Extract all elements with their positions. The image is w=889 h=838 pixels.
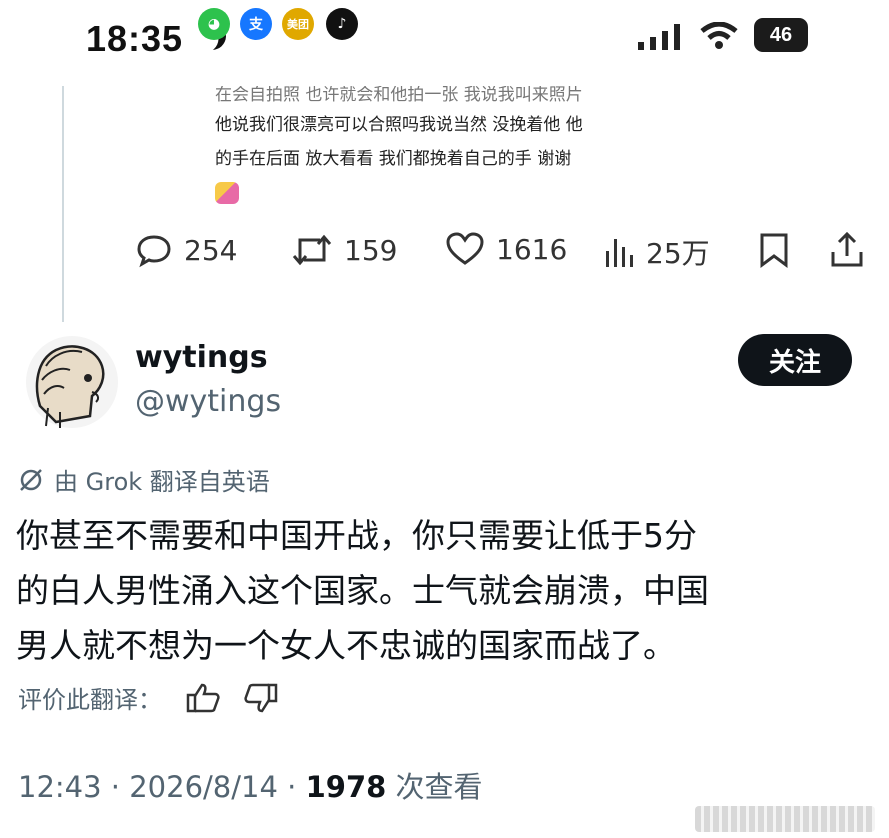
previous-tweet-line: 他说我们很漂亮可以合照吗我说当然 没挽着他 他 [215, 115, 583, 135]
meta-separator: · [101, 770, 130, 804]
thumbs-up-icon[interactable] [186, 682, 220, 714]
bookmark-button[interactable] [758, 232, 790, 268]
view-count: 1978 [305, 770, 387, 804]
share-icon [831, 232, 863, 267]
alipay-icon: 支 [240, 8, 272, 40]
wifi-icon [700, 22, 738, 49]
tweet-body-line: 你甚至不需要和中国开战，你只需要让低于5分 [16, 516, 697, 555]
reply-count: 254 [184, 233, 238, 267]
wechat-icon: ◕ [198, 8, 230, 40]
rate-translation: 评价此翻译： [18, 680, 278, 715]
like-button[interactable]: 1616 [446, 232, 567, 266]
views-button[interactable]: 25万 [604, 232, 710, 272]
emoji-icon [215, 182, 239, 204]
views-count: 25万 [646, 237, 710, 270]
tweet-body-line: 男人就不想为一个女人不忠诚的国家而战了。 [16, 626, 676, 665]
reply-icon [137, 235, 171, 268]
tiktok-icon: ♪ [326, 8, 358, 40]
tweet-body-line: 的白人男性涌入这个国家。士气就会崩溃，中国 [16, 571, 709, 610]
repost-count: 159 [344, 233, 398, 267]
cellular-signal-icon [638, 24, 684, 50]
rate-translation-label: 评价此翻译： [18, 686, 162, 714]
previous-tweet-line: 的手在后面 放大看看 我们都挽着自己的手 谢谢 [215, 149, 572, 169]
translation-source[interactable]: 由 Grok 翻译自英语 [18, 462, 270, 497]
status-bar: 18:35 ◕ 支 美团 ♪ 46 [0, 0, 889, 80]
tweet-actions: 254 159 1616 25万 [0, 224, 889, 280]
thread-connector [62, 86, 64, 322]
bookmark-icon [760, 233, 788, 268]
grok-icon [20, 468, 42, 491]
heart-icon [446, 232, 484, 265]
previous-tweet-text[interactable]: 在会自拍照 也许就会和他拍一张 我说我叫来照片 他说我们很漂亮可以合照吗我说当然… [215, 86, 655, 210]
tweet-meta: 12:43 · 2026/8/14 · 1978 次查看 [18, 764, 483, 806]
user-handle[interactable]: @wytings [135, 384, 281, 419]
battery-indicator: 46 [754, 18, 808, 52]
tweet-time[interactable]: 12:43 [18, 770, 102, 804]
meta-separator: · [277, 770, 306, 804]
previous-tweet-cut-line: 在会自拍照 也许就会和他拍一张 我说我叫来照片 [215, 86, 583, 104]
watermark [695, 806, 875, 832]
translation-label: 由 Grok 翻译自英语 [54, 468, 270, 496]
display-name[interactable]: wytings [135, 340, 268, 375]
follow-button[interactable]: 关注 [738, 334, 852, 386]
repost-button[interactable]: 159 [292, 232, 397, 268]
meituan-icon: 美团 [282, 8, 314, 40]
reply-button[interactable]: 254 [136, 232, 237, 268]
tweet-body: 你甚至不需要和中国开战，你只需要让低于5分 的白人男性涌入这个国家。士气就会崩溃… [16, 508, 876, 673]
thumbs-down-icon[interactable] [244, 682, 278, 714]
avatar[interactable] [26, 336, 118, 428]
view-count-suffix: 次查看 [386, 770, 483, 804]
share-button[interactable] [830, 232, 864, 268]
tweet-date[interactable]: 2026/8/14 [129, 770, 278, 804]
like-count: 1616 [496, 232, 568, 266]
views-chart-icon [606, 239, 633, 267]
repost-icon [292, 234, 332, 266]
status-time: 18:35 [86, 18, 184, 59]
